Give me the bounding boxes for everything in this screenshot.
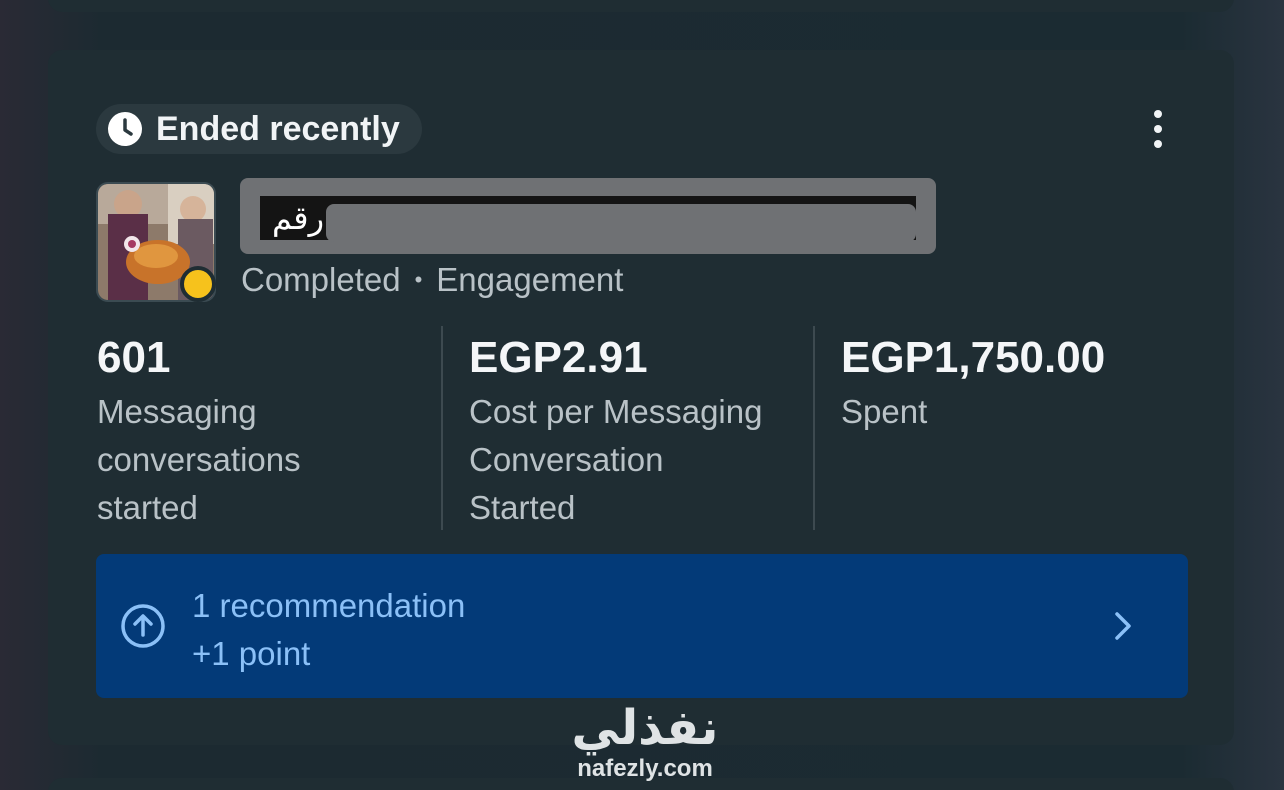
ad-objective: Engagement bbox=[436, 261, 624, 298]
metric-label-line: Spent bbox=[841, 393, 928, 430]
recommendation-banner[interactable]: 1 recommendation +1 point bbox=[96, 554, 1188, 698]
metric-conversations: 601 Messaging conversations started bbox=[97, 330, 437, 532]
status-badge: Ended recently bbox=[96, 104, 422, 154]
arrow-up-circle-icon bbox=[121, 604, 165, 648]
metric-label-line: Started bbox=[469, 489, 576, 526]
metric-label: Spent bbox=[841, 388, 1181, 436]
metric-label-line: Conversation bbox=[469, 441, 664, 478]
meta-separator: • bbox=[414, 267, 423, 292]
metric-label: Cost per Messaging Conversation Started bbox=[469, 388, 809, 532]
metric-label-line: started bbox=[97, 489, 198, 526]
metric-value: 601 bbox=[97, 333, 171, 382]
watermark-url: nafezly.com bbox=[577, 755, 713, 782]
watermark-logo: نفذلي bbox=[571, 700, 719, 756]
metric-value: EGP1,750.00 bbox=[841, 333, 1106, 382]
status-label: Ended recently bbox=[156, 109, 400, 148]
ad-meta: Completed • Engagement bbox=[241, 260, 623, 300]
ad-name-box[interactable]: رقم bbox=[240, 178, 936, 254]
more-options-icon[interactable] bbox=[1138, 104, 1178, 154]
metric-label-line: conversations bbox=[97, 441, 301, 478]
ad-state: Completed bbox=[241, 261, 401, 298]
chevron-right-icon bbox=[1115, 612, 1131, 640]
metric-divider bbox=[441, 326, 443, 530]
metric-value: EGP2.91 bbox=[469, 333, 648, 382]
redaction-overlay bbox=[326, 204, 916, 242]
previous-card-edge bbox=[48, 0, 1234, 12]
metric-label-line: Messaging bbox=[97, 393, 257, 430]
clock-icon bbox=[108, 112, 142, 146]
recommendation-title: 1 recommendation bbox=[192, 587, 466, 624]
status-dot bbox=[180, 266, 216, 302]
metric-label: Messaging conversations started bbox=[97, 388, 437, 532]
metric-divider bbox=[813, 326, 815, 530]
recommendation-points: +1 point bbox=[192, 635, 311, 672]
metric-label-line: Cost per Messaging bbox=[469, 393, 763, 430]
metric-cost-per-conversation: EGP2.91 Cost per Messaging Conversation … bbox=[469, 330, 809, 532]
metric-spent: EGP1,750.00 Spent bbox=[841, 330, 1181, 436]
watermark: نفذلي nafezly.com bbox=[560, 700, 730, 790]
